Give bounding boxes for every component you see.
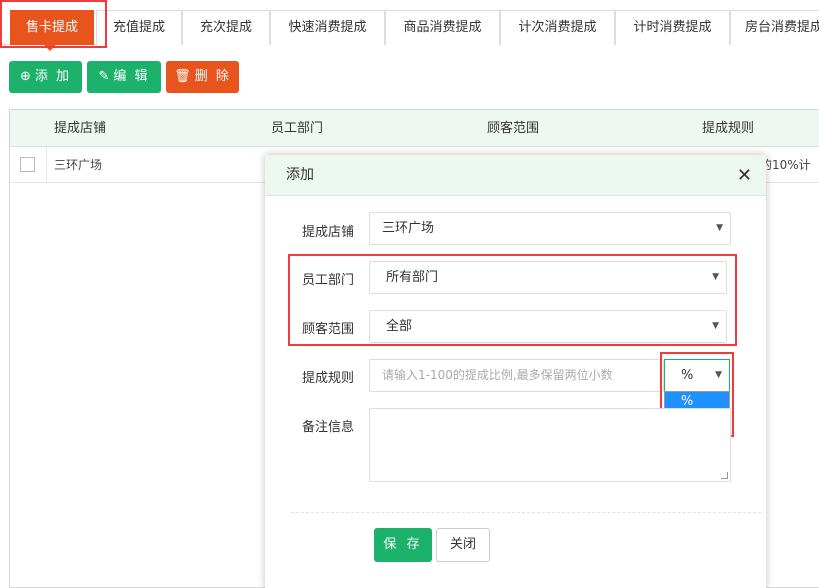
table-header: 提成店铺 员工部门 顾客范围 提成规则 xyxy=(10,110,819,147)
rule-input-placeholder: 请输入1-100的提成比例,最多保留两位小数 xyxy=(382,368,613,382)
chevron-down-icon: ▼ xyxy=(715,370,722,380)
store-select-value: 三环广场 xyxy=(382,221,435,236)
tab-card-sale-commission[interactable]: 售卡提成 xyxy=(10,10,94,45)
row-checkbox[interactable] xyxy=(20,157,35,172)
edit-button-label: 编 辑 xyxy=(113,69,150,84)
tab-timed-consume-commission[interactable]: 计时消费提成 xyxy=(615,10,730,45)
cell-divider xyxy=(46,147,47,183)
tab-recharge-commission[interactable]: 充值提成 xyxy=(96,10,182,45)
unit-select[interactable]: % ▼ xyxy=(664,359,730,392)
store-select[interactable]: 三环广场 ▼ xyxy=(369,212,731,245)
tab-room-consume-commission[interactable]: 房台消费提成 xyxy=(730,10,819,45)
customer-scope-label: 顾客范围 xyxy=(302,322,355,337)
chevron-down-icon: ▼ xyxy=(716,223,723,233)
note-label: 备注信息 xyxy=(302,420,355,435)
department-label: 员工部门 xyxy=(302,273,355,288)
chevron-down-icon: ▼ xyxy=(712,272,719,282)
save-button[interactable]: 保 存 xyxy=(374,528,432,562)
header-rule: 提成规则 xyxy=(702,121,755,136)
chevron-down-icon: ▼ xyxy=(712,321,719,331)
edit-icon: ✎ xyxy=(98,69,110,84)
dialog-header: 添加 ✕ xyxy=(265,155,766,196)
tab-count-consume-commission[interactable]: 计次消费提成 xyxy=(500,10,615,45)
resize-handle-icon[interactable] xyxy=(721,472,728,479)
note-textarea[interactable] xyxy=(369,408,731,482)
trash-icon: 🗑 xyxy=(174,69,191,84)
customer-scope-select-value: 全部 xyxy=(386,319,413,334)
department-select[interactable]: 所有部门 ▼ xyxy=(369,261,727,294)
close-icon[interactable]: ✕ xyxy=(737,155,752,196)
close-button[interactable]: 关闭 xyxy=(436,528,490,562)
add-dialog: 添加 ✕ 提成店铺 三环广场 ▼ 员工部门 所有部门 ▼ 顾客范围 全部 ▼ 提… xyxy=(265,155,766,588)
active-tab-pointer xyxy=(44,45,56,51)
unit-select-value: % xyxy=(681,368,694,383)
delete-button-label: 删 除 xyxy=(194,69,231,84)
delete-button[interactable]: 🗑 删 除 xyxy=(166,61,239,93)
add-button[interactable]: ⊕ 添 加 xyxy=(9,61,82,93)
edit-button[interactable]: ✎ 编 辑 xyxy=(87,61,161,93)
dialog-title: 添加 xyxy=(286,167,314,183)
cell-rule: 的10%计 xyxy=(760,158,811,172)
header-store: 提成店铺 xyxy=(54,121,107,136)
rule-label: 提成规则 xyxy=(302,371,355,386)
plus-circle-icon: ⊕ xyxy=(19,69,31,84)
tab-bar: 售卡提成 充值提成 充次提成 快速消费提成 商品消费提成 计次消费提成 计时消费… xyxy=(0,0,819,45)
department-select-value: 所有部门 xyxy=(386,270,439,285)
tab-quick-consume-commission[interactable]: 快速消费提成 xyxy=(270,10,385,45)
add-button-label: 添 加 xyxy=(34,69,72,84)
header-customer-scope: 顾客范围 xyxy=(487,121,540,136)
customer-scope-select[interactable]: 全部 ▼ xyxy=(369,310,727,343)
dialog-divider xyxy=(291,512,761,513)
cell-store: 三环广场 xyxy=(54,158,103,172)
tab-goods-consume-commission[interactable]: 商品消费提成 xyxy=(385,10,500,45)
store-label: 提成店铺 xyxy=(302,225,355,240)
rule-input[interactable]: 请输入1-100的提成比例,最多保留两位小数 xyxy=(369,359,664,392)
tab-count-recharge-commission[interactable]: 充次提成 xyxy=(182,10,270,45)
header-department: 员工部门 xyxy=(271,121,324,136)
